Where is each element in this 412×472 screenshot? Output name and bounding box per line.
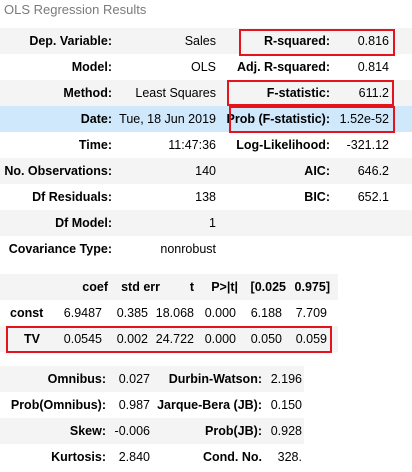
summary-value: -321.12 (346, 138, 389, 152)
summary-label: No. Observations: (4, 164, 112, 178)
summary-value: 1 (209, 216, 216, 230)
summary-value: 611.2 (358, 86, 389, 100)
table-row: Dep. Variable: Sales R-squared: 0.816 (0, 28, 412, 54)
summary-label: Prob (F-statistic): (226, 112, 330, 126)
column-header: t (189, 280, 194, 294)
table-row: Kurtosis: 2.840 Cond. No. 328. (0, 444, 304, 470)
table-row: Covariance Type: nonrobust (0, 236, 412, 262)
table-row: Df Residuals: 138 BIC: 652.1 (0, 184, 412, 210)
summary-value: Sales (184, 34, 216, 48)
diagnostic-value: 2.840 (118, 450, 150, 464)
diagnostic-label: Durbin-Watson: (168, 372, 262, 386)
summary-value: 0.816 (357, 34, 389, 48)
table-row: Skew: -0.006 Prob(JB): 0.928 (0, 418, 304, 444)
diagnostic-value: 2.196 (270, 372, 302, 386)
table-cell: 0.050 (250, 332, 282, 346)
table-row: Time: 11:47:36 Log-Likelihood: -321.12 (0, 132, 412, 158)
summary-value: 1.52e-52 (339, 112, 389, 126)
table-row: No. Observations: 140 AIC: 646.2 (0, 158, 412, 184)
summary-value: OLS (190, 60, 216, 74)
summary-label: Time: (78, 138, 112, 152)
diagnostic-label: Kurtosis: (51, 450, 106, 464)
summary-label: Log-Likelihood: (236, 138, 330, 152)
summary-label: Covariance Type: (8, 242, 112, 256)
table-caption: OLS Regression Results (4, 2, 147, 17)
table-cell: 6.9487 (63, 306, 102, 320)
table-cell: 0.002 (116, 332, 148, 346)
column-header: [0.025 (250, 280, 286, 294)
table-row: Df Model: 1 (0, 210, 412, 236)
diagnostic-value: -0.006 (114, 424, 150, 438)
summary-label: AIC: (304, 164, 330, 178)
summary-value: 11:47:36 (168, 138, 216, 152)
table-row: TV 0.0545 0.002 24.722 0.000 0.050 0.059 (0, 326, 338, 352)
table-row: Model: OLS Adj. R-squared: 0.814 (0, 54, 412, 80)
diagnostic-label: Prob(JB): (205, 424, 262, 438)
table-cell: 0.000 (204, 306, 236, 320)
diagnostic-value: 0.150 (270, 398, 302, 412)
table-cell: 7.709 (295, 306, 327, 320)
column-header: 0.975] (294, 280, 330, 294)
column-header: std err (121, 280, 160, 294)
diagnostic-label: Jarque-Bera (JB): (157, 398, 262, 412)
summary-value: 652.1 (357, 190, 389, 204)
diagnostic-value: 0.027 (118, 372, 150, 386)
diagnostic-value: 0.928 (270, 424, 302, 438)
summary-value: 140 (195, 164, 216, 178)
summary-label: Adj. R-squared: (236, 60, 330, 74)
summary-label: R-squared: (264, 34, 330, 48)
summary-value: 646.2 (357, 164, 389, 178)
table-cell: 0.0545 (63, 332, 102, 346)
table-cell: 0.059 (295, 332, 327, 346)
table-row: const 6.9487 0.385 18.068 0.000 6.188 7.… (0, 300, 338, 326)
table-cell: 24.722 (155, 332, 194, 346)
summary-label: Model: (71, 60, 112, 74)
diagnostic-label: Omnibus: (47, 372, 106, 386)
diagnostic-value: 328. (277, 450, 302, 464)
table-row: Prob(Omnibus): 0.987 Jarque-Bera (JB): 0… (0, 392, 304, 418)
table-cell: 18.068 (155, 306, 194, 320)
column-header: coef (82, 280, 108, 294)
table-row: Omnibus: 0.027 Durbin-Watson: 2.196 (0, 366, 304, 392)
summary-label: Df Residuals: (32, 190, 112, 204)
summary-value: 138 (195, 190, 216, 204)
summary-label: Dep. Variable: (29, 34, 112, 48)
table-header-row: coef std err t P>|t| [0.025 0.975] (0, 274, 338, 300)
table-cell: 0.385 (116, 306, 148, 320)
summary-value: Least Squares (135, 86, 216, 100)
row-label: const (10, 306, 44, 320)
summary-label: Date: (80, 112, 112, 126)
table-row: Method: Least Squares F-statistic: 611.2 (0, 80, 412, 106)
summary-value: Tue, 18 Jun 2019 (119, 112, 216, 126)
summary-value: nonrobust (160, 242, 216, 256)
table-cell: 0.000 (204, 332, 236, 346)
summary-label: F-statistic: (266, 86, 330, 100)
summary-label: Df Model: (55, 216, 112, 230)
column-header: P>|t| (211, 280, 238, 294)
diagnostic-label: Cond. No. (202, 450, 262, 464)
diagnostic-label: Skew: (69, 424, 106, 438)
table-cell: 6.188 (250, 306, 282, 320)
summary-label: BIC: (304, 190, 330, 204)
diagnostic-value: 0.987 (118, 398, 150, 412)
table-row: Date: Tue, 18 Jun 2019 Prob (F-statistic… (0, 106, 412, 132)
summary-value: 0.814 (357, 60, 389, 74)
diagnostic-label: Prob(Omnibus): (10, 398, 106, 412)
summary-label: Method: (63, 86, 112, 100)
